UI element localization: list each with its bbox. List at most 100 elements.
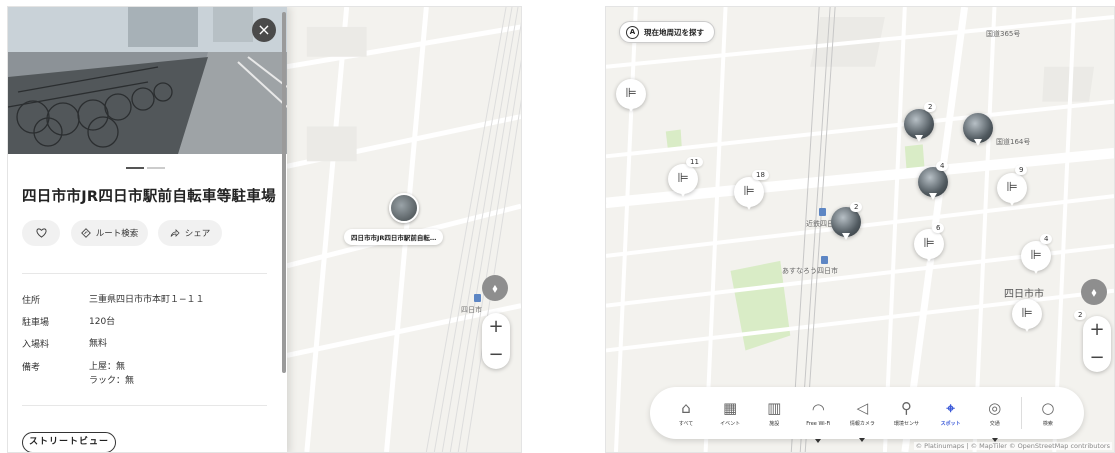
calendar-icon: ▦ (723, 399, 738, 417)
right-map-background[interactable] (606, 7, 1114, 452)
compass-icon: ⬧ (1091, 285, 1097, 299)
camera-icon: ◁ (856, 399, 869, 417)
street-view-button[interactable]: ストリートビュー (22, 432, 116, 452)
route-search-label: ルート検索 (95, 229, 139, 239)
category-label: 環境センサ (894, 421, 920, 427)
wifi-icon: ◠ (811, 399, 825, 418)
bicycle-parking-icon: ⊫ (743, 184, 755, 199)
info-value: 三重県四日市市本町１−１１ (89, 295, 205, 305)
compass-button[interactable]: ⬧ (1081, 279, 1107, 305)
toolbar-divider (1020, 397, 1022, 429)
category-label: Free Wi-Fi (806, 420, 831, 427)
panel-scrollbar[interactable] (282, 12, 286, 373)
station-icon (474, 294, 481, 302)
route-search-button[interactable]: ルート検索 (71, 220, 148, 246)
map-attribution[interactable]: © Platinumaps | © MapTiler © OpenStreetM… (913, 442, 1112, 450)
photo-marker[interactable] (963, 113, 993, 146)
bicycle-parking-icon: ⊫ (923, 236, 935, 251)
info-value: 上屋：無 ラック：無 (89, 362, 135, 386)
left-screen: × 四日市市JR四日市駅前自転車等駐車場 ルート検索 シェア 住所 三重県四日市市… (7, 6, 522, 453)
divider (22, 405, 267, 406)
bicycle-parking-marker[interactable]: ⊫ (997, 173, 1027, 206)
share-icon (170, 229, 180, 237)
station-icon (819, 208, 826, 216)
page-dot[interactable] (147, 167, 165, 169)
bicycle-parking-icon: ⊫ (1021, 306, 1033, 321)
photo-marker[interactable] (904, 109, 934, 142)
spot-photo[interactable]: × (8, 7, 287, 154)
zoom-control: + − (1083, 316, 1111, 372)
bicycle-parking-marker[interactable]: ⊫ (616, 79, 646, 112)
photo-map-marker[interactable] (389, 193, 419, 223)
info-row-address: 住所 三重県四日市市本町１−１１ (22, 293, 205, 307)
bicycle-parking-marker[interactable]: ⊫ (734, 177, 764, 210)
info-key: 入場料 (22, 340, 50, 350)
bicycle-parking-marker[interactable]: ⊫ (1021, 241, 1051, 274)
cluster-count: 11 (686, 157, 703, 167)
search-icon: ○ (1041, 399, 1055, 417)
chevron-down-icon (859, 438, 866, 442)
spot-title: 四日市市JR四日市駅前自転車等駐車場 (22, 189, 276, 205)
category-label: イベント (720, 421, 741, 427)
road-label: 国道164号 (996, 138, 1031, 146)
category-label: 情報カメラ (849, 421, 875, 427)
category-label: スポット (940, 421, 961, 427)
bicycle-parking-icon: ⊫ (625, 86, 637, 101)
category-facility-button[interactable]: ▥ 施設 (756, 399, 792, 427)
info-row-notes: 備考 上屋：無 ラック：無 (22, 360, 134, 388)
category-event-button[interactable]: ▦ イベント (712, 399, 748, 427)
bicycle-parking-photo (8, 7, 287, 154)
compass-icon: ⬧ (492, 281, 498, 295)
category-transit-button[interactable]: ◎ 交通 (977, 399, 1013, 442)
info-value: 無料 (89, 339, 108, 349)
road-label: 国道365号 (986, 30, 1021, 38)
bicycle-parking-icon: ⊫ (1006, 180, 1018, 195)
search-nearby-button[interactable]: A 現在地周辺を探す (619, 21, 715, 43)
zoom-control: + − (482, 313, 510, 369)
photo-pagination[interactable] (126, 167, 165, 169)
category-spot-button[interactable]: ⌖ スポット (933, 399, 969, 427)
photo-marker[interactable] (918, 167, 948, 200)
category-camera-button[interactable]: ◁ 情報カメラ (844, 399, 880, 442)
right-screen: A 現在地周辺を探す 国道365号 国道164号 近鉄四日 あすなろう四日市 四… (605, 6, 1115, 453)
route-icon (80, 228, 91, 238)
category-label: 施設 (769, 421, 780, 427)
station-label: 近鉄四日 (806, 220, 834, 228)
bicycle-parking-marker[interactable]: ⊫ (914, 229, 944, 262)
compass-button[interactable]: ⬧ (482, 275, 508, 301)
info-key: 駐車場 (22, 318, 50, 328)
share-button[interactable]: シェア (158, 220, 222, 246)
category-toolbar: ⌂ すべて ▦ イベント ▥ 施設 ◠ Free Wi-Fi ◁ 情報カメラ ⚲… (650, 387, 1084, 443)
home-icon: ⌂ (681, 399, 691, 417)
station-label: あすなろう四日市 (782, 267, 838, 275)
cluster-count: 18 (752, 170, 769, 180)
building-icon: ▥ (767, 399, 782, 417)
favorite-button[interactable] (22, 220, 60, 246)
category-sensor-button[interactable]: ⚲ 環境センサ (889, 399, 925, 427)
zoom-out-button[interactable]: − (1083, 344, 1111, 372)
close-button[interactable]: × (252, 18, 276, 42)
map-marker-label[interactable]: 四日市市JR四日市駅前自転… (344, 229, 444, 245)
bicycle-parking-icon: ⊫ (1030, 248, 1042, 263)
search-nearby-label: 現在地周辺を探す (644, 27, 704, 37)
location-icon: A (626, 25, 639, 39)
bicycle-parking-marker[interactable]: ⊫ (668, 164, 698, 197)
chevron-down-icon (815, 438, 822, 443)
zoom-in-button[interactable]: + (482, 313, 510, 341)
train-icon: ◎ (988, 399, 1002, 417)
zoom-out-button[interactable]: − (482, 341, 510, 369)
page-dot-active[interactable] (126, 167, 144, 169)
station-icon (821, 256, 828, 264)
bicycle-parking-marker[interactable]: ⊫ (1012, 299, 1042, 332)
category-wifi-button[interactable]: ◠ Free Wi-Fi (800, 399, 836, 443)
station-label: 四日市 (461, 306, 482, 314)
info-key: 備考 (22, 363, 41, 373)
sensor-icon: ⚲ (901, 399, 913, 417)
spot-icon: ⌖ (946, 399, 955, 417)
category-all-button[interactable]: ⌂ すべて (668, 399, 704, 427)
category-search-button[interactable]: ○ 検索 (1030, 399, 1066, 427)
share-label: シェア (184, 229, 211, 239)
category-label: 検索 (1042, 421, 1053, 427)
category-label: すべて (678, 421, 694, 427)
zoom-in-button[interactable]: + (1083, 316, 1111, 344)
